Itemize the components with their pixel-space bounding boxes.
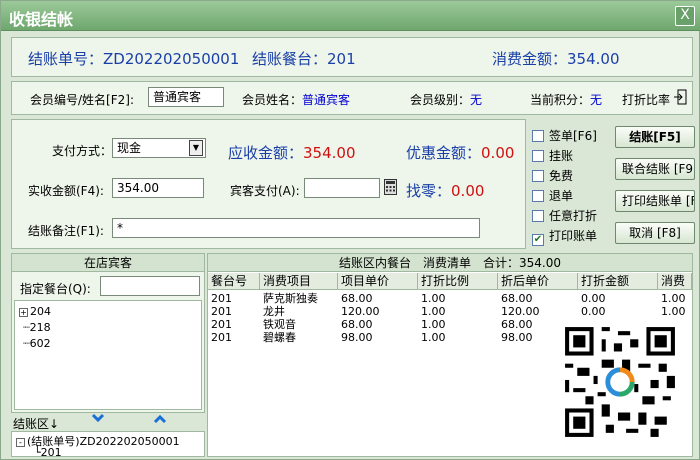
payment-method-value: 现金 bbox=[117, 141, 142, 155]
discount-amount-value: 0.00 bbox=[481, 144, 515, 162]
cancel-button[interactable]: 取消 [F8] bbox=[615, 222, 695, 244]
payment-method-label: 支付方式： bbox=[52, 144, 113, 158]
guests-title: 在店宾客 bbox=[12, 254, 204, 272]
bill-table-value: 201 bbox=[327, 50, 356, 68]
receivable-value: 354.00 bbox=[303, 144, 356, 162]
note-label: 结账备注(F1): bbox=[28, 224, 104, 238]
tree-item-218[interactable]: ┈218 bbox=[23, 321, 51, 334]
checkout-button[interactable]: 结账[F5] bbox=[615, 126, 695, 148]
member-id-label: 会员编号/姓名[F2]: bbox=[30, 93, 134, 107]
checkbox-sign[interactable] bbox=[532, 130, 544, 142]
filter-table-label: 指定餐台(Q): bbox=[20, 282, 91, 296]
payment-method-select[interactable]: 现金 ▼ bbox=[112, 138, 206, 158]
guests-panel: 在店宾客 指定餐台(Q): +204 ┈218 ┈602 bbox=[11, 253, 205, 413]
discount-amount: 优惠金额：0.00 bbox=[406, 144, 515, 162]
guest-pay-input[interactable] bbox=[304, 178, 380, 198]
col-table[interactable]: 餐台号 bbox=[208, 273, 260, 290]
checkout-area-label: 结账区↓ bbox=[13, 417, 60, 431]
consume-title: 结账区内餐台 消费清单 合计：354.00 bbox=[208, 254, 692, 272]
checkout-area: 结账区↓ - (结账单号)ZD202202050001 └201 bbox=[11, 413, 205, 459]
member-name-value: 普通宾客 bbox=[302, 93, 351, 107]
member-level-value: 无 bbox=[470, 93, 483, 107]
option-refund[interactable]: 退单 bbox=[532, 187, 573, 203]
paid-amount-label: 实收金额(F4): bbox=[28, 184, 104, 198]
option-credit[interactable]: 挂账 bbox=[532, 147, 573, 163]
bill-number: 结账单号：ZD202202050001 bbox=[28, 50, 240, 68]
checkbox-any-discount[interactable] bbox=[532, 210, 544, 222]
col-discount-amount[interactable]: 打折金额 bbox=[578, 273, 658, 290]
chevron-down-icon[interactable]: ▼ bbox=[189, 140, 203, 156]
checkbox-free[interactable] bbox=[532, 170, 544, 182]
col-discounted-price[interactable]: 折后单价 bbox=[498, 273, 578, 290]
member-panel: 会员编号/姓名[F2]: 普通宾客 会员姓名：普通宾客 会员级别：无 当前积分：… bbox=[11, 81, 693, 115]
collapse-icon[interactable]: - bbox=[16, 438, 25, 447]
checkbox-credit[interactable] bbox=[532, 150, 544, 162]
bill-number-value: ZD202202050001 bbox=[103, 50, 240, 68]
print-bill-button[interactable]: 打印结账单 [F bbox=[615, 190, 695, 212]
member-level-label: 会员级别：无 bbox=[410, 93, 483, 107]
member-points-label: 当前积分：无 bbox=[530, 93, 603, 107]
note-input[interactable]: * bbox=[112, 218, 480, 238]
checkout-window: 收银结帐 X 结账单号：ZD202202050001 结账餐台：201 消费金额… bbox=[0, 0, 700, 460]
guest-pay-label: 宾客支付(A): bbox=[230, 184, 300, 198]
tree-item-204[interactable]: +204 bbox=[19, 305, 51, 318]
qr-code-image bbox=[561, 323, 679, 441]
chevron-up-icon[interactable] bbox=[153, 413, 167, 425]
bill-amount-value: 354.00 bbox=[567, 50, 620, 68]
checkbox-refund[interactable] bbox=[532, 190, 544, 202]
checkout-tree: - (结账单号)ZD202202050001 └201 bbox=[11, 431, 205, 459]
bill-table: 结账餐台：201 bbox=[252, 50, 356, 68]
option-any-discount[interactable]: 任意打折 bbox=[532, 207, 597, 223]
paid-amount-input[interactable]: 354.00 bbox=[112, 178, 204, 198]
member-points-value: 无 bbox=[590, 93, 603, 107]
bill-amount: 消费金额：354.00 bbox=[492, 50, 620, 68]
col-price[interactable]: 项目单价 bbox=[338, 273, 418, 290]
tree-item-602[interactable]: ┈602 bbox=[23, 337, 51, 350]
chevron-down-icon[interactable] bbox=[91, 413, 105, 425]
member-id-input[interactable]: 普通宾客 bbox=[148, 87, 224, 107]
guest-tree: +204 ┈218 ┈602 bbox=[14, 300, 202, 410]
option-free[interactable]: 免费 bbox=[532, 167, 573, 183]
options-panel: 签单[F6] 挂账 免费 退单 任意打折 ✔ 打印账单 bbox=[528, 119, 614, 249]
col-consume[interactable]: 消费 bbox=[658, 273, 692, 290]
member-name-label: 会员姓名：普通宾客 bbox=[242, 93, 351, 107]
window-title: 收银结帐 bbox=[9, 10, 74, 29]
checkout-table-node[interactable]: └201 bbox=[34, 446, 62, 459]
filter-table-input[interactable] bbox=[100, 276, 200, 296]
bill-summary: 结账单号：ZD202202050001 结账餐台：201 消费金额：354.00 bbox=[11, 37, 693, 77]
change-value: 0.00 bbox=[451, 182, 485, 200]
exit-icon[interactable] bbox=[673, 89, 687, 105]
close-button[interactable]: X bbox=[675, 6, 695, 26]
receivable: 应收金额：354.00 bbox=[228, 144, 356, 162]
joint-checkout-button[interactable]: 联合结账 [F9] bbox=[615, 158, 695, 180]
title-bar: 收银结帐 X bbox=[1, 1, 700, 31]
expand-icon[interactable]: + bbox=[19, 308, 28, 317]
col-item[interactable]: 消费项目 bbox=[260, 273, 338, 290]
discount-ratio-label: 打折比率 bbox=[622, 93, 671, 107]
option-sign[interactable]: 签单[F6] bbox=[532, 127, 597, 143]
payment-panel: 支付方式： 现金 ▼ 应收金额：354.00 优惠金额：0.00 实收金额(F4… bbox=[11, 119, 526, 249]
change: 找零：0.00 bbox=[406, 182, 485, 200]
col-ratio[interactable]: 打折比例 bbox=[418, 273, 498, 290]
option-print-bill[interactable]: ✔ 打印账单 bbox=[532, 227, 597, 246]
calculator-icon[interactable] bbox=[384, 179, 397, 195]
checkbox-print-bill[interactable]: ✔ bbox=[532, 234, 544, 246]
